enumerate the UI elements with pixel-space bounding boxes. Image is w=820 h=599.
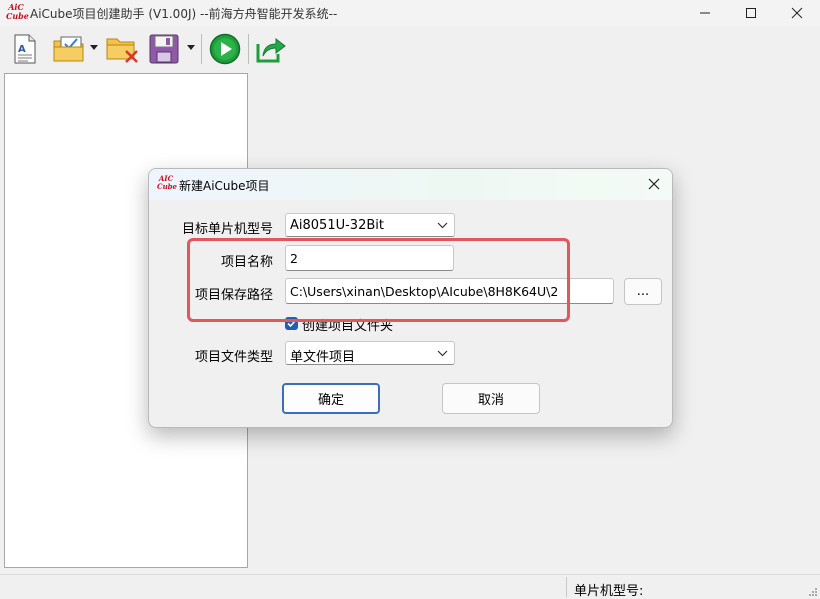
close-project-button[interactable]	[106, 32, 140, 66]
chevron-down-icon	[437, 350, 448, 357]
minimize-button[interactable]	[682, 0, 728, 26]
resize-grip-icon[interactable]	[808, 587, 818, 597]
open-project-dropdown-arrow[interactable]	[90, 45, 98, 50]
save-icon	[149, 34, 179, 64]
toolbar: A	[0, 26, 820, 72]
project-name-value: 2	[290, 251, 298, 266]
minimize-icon	[700, 12, 710, 14]
chevron-down-icon	[437, 222, 448, 229]
new-file-icon: A	[14, 34, 36, 64]
close-icon	[791, 7, 803, 19]
mcu-model-select[interactable]: Ai8051U-32Bit	[285, 213, 455, 237]
close-icon	[648, 178, 660, 190]
export-icon	[256, 37, 286, 63]
close-project-icon	[106, 38, 138, 63]
open-project-button[interactable]	[52, 32, 86, 66]
close-window-button[interactable]	[774, 0, 820, 26]
mcu-model-value: Ai8051U-32Bit	[290, 218, 384, 233]
window-titlebar: AiC Cube AiCube项目创建助手 (V1.00J) --前海方舟智能开…	[0, 0, 820, 26]
cancel-button[interactable]: 取消	[442, 383, 540, 414]
save-path-input[interactable]: C:\Users\xinan\Desktop\AIcube\8H8K64U\2	[285, 278, 614, 304]
project-name-label: 项目名称	[220, 255, 273, 270]
project-name-input[interactable]: 2	[285, 245, 454, 271]
create-folder-checkbox[interactable]	[285, 317, 298, 330]
app-logo: AiC Cube	[6, 3, 29, 23]
toolbar-separator	[248, 34, 249, 64]
open-project-icon	[53, 36, 84, 62]
save-dropdown-arrow[interactable]	[187, 45, 195, 50]
window-title: AiCube项目创建助手 (V1.00J) --前海方舟智能开发系统--	[30, 7, 338, 21]
status-separator	[566, 577, 567, 597]
dialog-title: 新建AiCube项目	[179, 179, 270, 193]
create-folder-label[interactable]: 创建项目文件夹	[302, 315, 393, 334]
dialog-logo-text-bottom: Cube	[157, 182, 178, 191]
status-bar: 单片机型号:	[0, 574, 820, 599]
app-logo-text-bottom: Cube	[6, 11, 29, 21]
file-type-label: 项目文件类型	[194, 350, 273, 365]
mcu-model-label: 目标单片机型号	[181, 222, 273, 237]
file-type-value: 单文件项目	[290, 350, 356, 365]
export-button[interactable]	[254, 32, 288, 66]
maximize-button[interactable]	[728, 0, 774, 26]
svg-text:A: A	[18, 44, 26, 55]
new-file-button[interactable]: A	[10, 32, 40, 66]
run-icon	[209, 33, 241, 65]
checkmark-icon	[287, 320, 296, 328]
save-path-label: 项目保存路径	[194, 288, 273, 303]
new-project-dialog: AIC Cube 新建AiCube项目 目标单片机型号 Ai8051U-32Bi…	[148, 168, 673, 428]
save-path-value: C:\Users\xinan\Desktop\AIcube\8H8K64U\2	[290, 284, 559, 299]
save-button[interactable]	[148, 32, 180, 66]
ok-button[interactable]: 确定	[282, 383, 380, 414]
toolbar-separator	[201, 34, 202, 64]
file-type-select[interactable]: 单文件项目	[285, 341, 455, 365]
dialog-logo: AIC Cube	[157, 175, 178, 193]
run-button[interactable]	[208, 32, 242, 66]
dialog-close-button[interactable]	[642, 173, 666, 195]
maximize-icon	[746, 8, 756, 18]
dialog-titlebar: AIC Cube 新建AiCube项目	[149, 169, 672, 200]
browse-button[interactable]: ...	[624, 278, 662, 305]
mcu-model-status: 单片机型号:	[574, 584, 644, 599]
